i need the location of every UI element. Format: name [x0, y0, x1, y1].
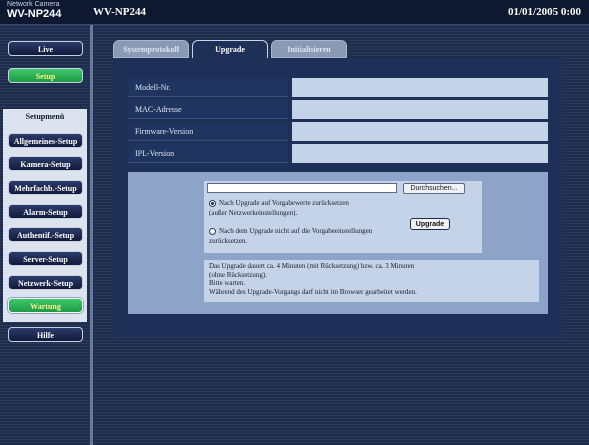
brand-model: WV-NP244: [7, 8, 62, 20]
tab-upgrade[interactable]: Upgrade: [192, 40, 268, 58]
setup-menu-group: [3, 125, 87, 322]
model-number-label: Modell-Nr.: [128, 78, 288, 97]
sidebar-item-allgemeines-setup[interactable]: Allgemeines-Setup: [8, 133, 83, 148]
upgrade-form: Durchsuchen... Nach Upgrade auf Vorgabew…: [204, 181, 482, 253]
mac-address-label: MAC-Adresse: [128, 100, 288, 119]
tab-initialisieren[interactable]: Initialisieren: [271, 40, 347, 58]
info-row-mac: MAC-Adresse: [128, 100, 548, 119]
note-line-3: Bitte warten.: [209, 279, 246, 287]
browse-button[interactable]: Durchsuchen...: [403, 183, 465, 194]
reset-defaults-radio[interactable]: [209, 200, 216, 207]
model-number-value: [292, 78, 548, 97]
setup-menu-title: Setupmenü: [3, 109, 87, 125]
firmware-file-input[interactable]: [207, 183, 397, 193]
date-time: 01/01/2005 0:00: [507, 6, 581, 18]
reset-defaults-label-line2: (außer Netzwerkeinstellungen).: [209, 209, 298, 217]
info-row-model: Modell-Nr.: [128, 78, 548, 97]
live-button[interactable]: Live: [8, 41, 83, 56]
sidebar-item-wartung[interactable]: Wartung: [8, 298, 83, 313]
reset-defaults-label-line1: Nach Upgrade auf Vorgabewerte zurücksetz…: [219, 199, 349, 207]
upgrade-button[interactable]: Upgrade: [410, 218, 450, 230]
info-row-ipl: IPL-Version: [128, 144, 548, 163]
sidebar: Live Setup Setupmenü Allgemeines-Setup K…: [0, 25, 93, 445]
tab-systemprotokoll[interactable]: Systemprotokoll: [113, 40, 189, 58]
sidebar-item-alarm-setup[interactable]: Alarm-Setup: [8, 204, 83, 219]
note-line-4: Während des Upgrade-Vorgangs darf nicht …: [209, 287, 417, 296]
firmware-version-label: Firmware-Version: [128, 122, 288, 141]
note-line-1: Das Upgrade dauert ca. 4 Minuten (mit Rü…: [209, 262, 415, 270]
sidebar-item-authentif-setup[interactable]: Authentif.-Setup: [8, 227, 83, 242]
upgrade-section: Durchsuchen... Nach Upgrade auf Vorgabew…: [128, 172, 548, 314]
ipl-version-label: IPL-Version: [128, 144, 288, 163]
sidebar-item-server-setup[interactable]: Server-Setup: [8, 251, 83, 266]
sidebar-item-mehrfachb-setup[interactable]: Mehrfachb.-Setup: [8, 180, 83, 195]
upgrade-panel: Modell-Nr. MAC-Adresse Firmware-Version …: [114, 58, 562, 337]
no-reset-label-line1: Nach dem Upgrade nicht auf die Vorgabeei…: [219, 227, 373, 235]
firmware-version-value: [292, 122, 548, 141]
no-reset-label-line2: zurücksetzen.: [209, 237, 248, 245]
info-row-firmware: Firmware-Version: [128, 122, 548, 141]
mac-address-value: [292, 100, 548, 119]
ipl-version-value: [292, 144, 548, 163]
upgrade-note: Das Upgrade dauert ca. 4 Minuten (mit Rü…: [204, 260, 539, 302]
sidebar-item-kamera-setup[interactable]: Kamera-Setup: [8, 156, 83, 171]
no-reset-radio[interactable]: [209, 228, 216, 235]
brand-caption: Network Camera: [7, 1, 60, 8]
help-button[interactable]: Hilfe: [8, 327, 83, 342]
setup-button[interactable]: Setup: [8, 68, 83, 83]
sidebar-item-netzwerk-setup[interactable]: Netzwerk-Setup: [8, 275, 83, 290]
main-area: Systemprotokoll Upgrade Initialisieren M…: [93, 25, 589, 445]
note-line-2: (ohne Rücksetzung).: [209, 270, 267, 279]
top-bar: Network Camera WV-NP244 WV-NP244 01/01/2…: [0, 0, 589, 25]
camera-title: WV-NP244: [93, 6, 146, 18]
